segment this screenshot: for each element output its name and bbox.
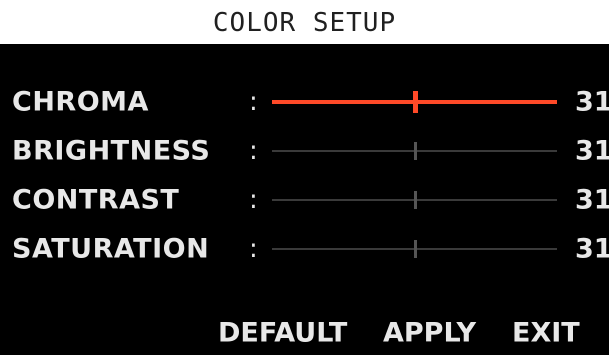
separator: : — [249, 234, 258, 264]
setting-row-brightness[interactable]: BRIGHTNESS : 31 — [0, 126, 609, 176]
exit-button[interactable]: EXIT — [512, 317, 580, 348]
title-bar: COLOR SETUP — [0, 0, 609, 44]
setting-value: 31 — [575, 86, 609, 118]
contrast-slider[interactable] — [272, 191, 557, 209]
separator: : — [249, 136, 258, 166]
slider-handle[interactable] — [412, 91, 418, 113]
setting-row-contrast[interactable]: CONTRAST : 31 — [0, 175, 609, 225]
default-button[interactable]: DEFAULT — [218, 317, 347, 348]
setting-label: BRIGHTNESS — [12, 135, 211, 167]
apply-button[interactable]: APPLY — [383, 317, 476, 348]
setting-label: SATURATION — [12, 233, 210, 265]
chroma-slider[interactable] — [272, 91, 557, 113]
setting-label: CHROMA — [12, 86, 149, 118]
action-bar: DEFAULT APPLY EXIT — [200, 310, 609, 355]
setting-value: 31 — [575, 233, 609, 265]
page-title: COLOR SETUP — [212, 8, 397, 38]
separator: : — [249, 185, 258, 215]
brightness-slider[interactable] — [272, 142, 557, 160]
setting-value: 31 — [575, 184, 609, 216]
separator: : — [249, 87, 258, 117]
setting-row-saturation[interactable]: SATURATION : 31 — [0, 224, 609, 274]
slider-handle[interactable] — [413, 240, 417, 258]
settings-panel: CHROMA : 31 BRIGHTNESS : 31 CONTRAST : 3… — [0, 44, 609, 355]
slider-handle[interactable] — [413, 142, 417, 160]
saturation-slider[interactable] — [272, 240, 557, 258]
setting-value: 31 — [575, 135, 609, 167]
setting-row-chroma[interactable]: CHROMA : 31 — [0, 77, 609, 127]
setting-label: CONTRAST — [12, 184, 180, 216]
slider-handle[interactable] — [413, 191, 417, 209]
